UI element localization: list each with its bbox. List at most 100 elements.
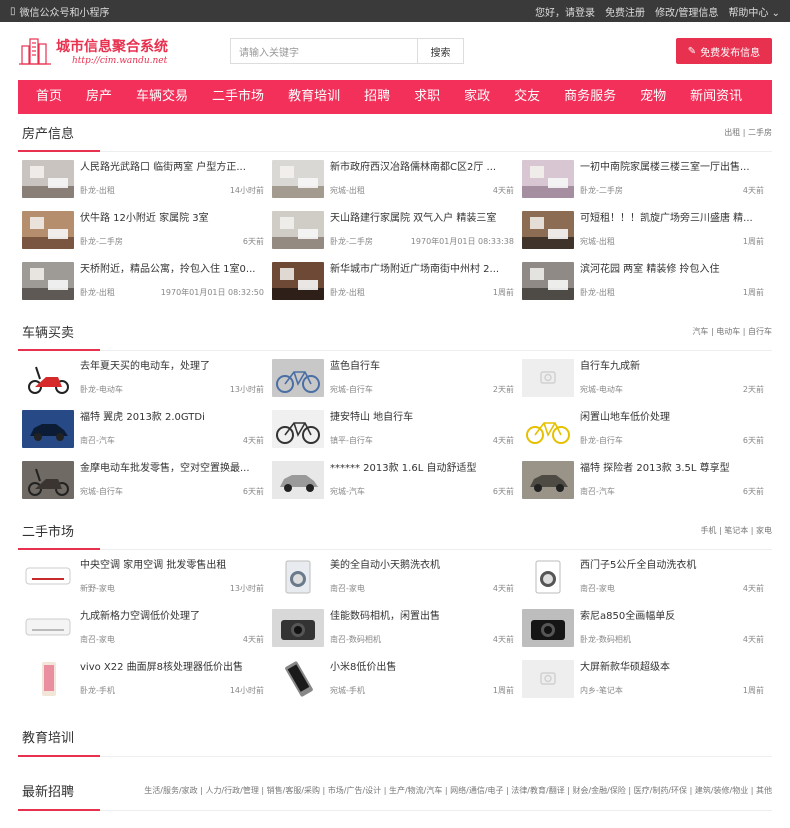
listing-item[interactable]: 美的全自动小天鹅洗衣机 南召-家电 4天前	[268, 558, 518, 609]
listing-title[interactable]: 新华城市广场附近广场南街中州村 2...	[330, 262, 514, 278]
listing-item[interactable]: 福特 探险者 2013款 3.5L 尊享型 南召-汽车 6天前	[518, 461, 768, 512]
listing-title[interactable]: 索尼a850全画幅单反	[580, 609, 764, 625]
listing-item[interactable]: 自行车九成新 宛城-电动车 2天前	[518, 359, 768, 410]
help-center-link[interactable]: 帮助中心 ⌄	[728, 4, 780, 19]
listing-title[interactable]: 西门子5公斤全自动洗衣机	[580, 558, 764, 574]
listing-thumbnail[interactable]	[272, 558, 324, 596]
listing-item[interactable]: 闲置山地车低价处理 卧龙-自行车 6天前	[518, 410, 768, 461]
listing-title[interactable]: 天山路建行家属院 双气入户 精装三室	[330, 211, 514, 227]
listing-title[interactable]: 金摩电动车批发零售，空对空置换最...	[80, 461, 264, 477]
listing-item[interactable]: 大屏新款华硕超级本 内乡-笔记本 1周前	[518, 660, 768, 711]
listing-thumbnail[interactable]	[22, 461, 74, 499]
listing-item[interactable]: 佳能数码相机，闲置出售 南召-数码相机 4天前	[268, 609, 518, 660]
listing-item[interactable]: vivo X22 曲面屏8核处理器低价出售 卧龙-手机 14小时前	[18, 660, 268, 711]
listing-item[interactable]: 蓝色自行车 宛城-自行车 2天前	[268, 359, 518, 410]
listing-thumbnail[interactable]	[522, 461, 574, 499]
listing-title[interactable]: 佳能数码相机，闲置出售	[330, 609, 514, 625]
listing-title[interactable]: 新市政府西汉冶路儒林南都C区2厅 ...	[330, 160, 514, 176]
listing-title[interactable]: 天桥附近，精品公寓，拎包入住 1室0...	[80, 262, 264, 278]
post-info-button[interactable]: ✎ 免费发布信息	[676, 38, 772, 64]
listing-title[interactable]: 滨河花园 两室 精装修 拎包入住	[580, 262, 764, 278]
listing-thumbnail[interactable]	[522, 609, 574, 647]
listing-item[interactable]: 可短租！！！凯旋广场旁三川盛唐 精... 宛城-出租 1周前	[518, 211, 768, 262]
listing-thumbnail[interactable]	[272, 359, 324, 397]
listing-item[interactable]: 一初中南院家属楼三楼三室一厅出售... 卧龙-二手房 4天前	[518, 160, 768, 211]
nav-item[interactable]: 首页	[24, 80, 74, 114]
listing-thumbnail[interactable]	[522, 558, 574, 596]
listing-thumbnail[interactable]	[22, 160, 74, 198]
listing-thumbnail[interactable]	[522, 160, 574, 198]
site-logo[interactable]: 城市信息聚合系统 http://cim.wandu.net	[18, 34, 226, 68]
nav-item[interactable]: 宠物	[628, 80, 678, 114]
listing-item[interactable]: 九成新格力空调低价处理了 南召-家电 4天前	[18, 609, 268, 660]
listing-thumbnail[interactable]	[272, 262, 324, 300]
search-button[interactable]: 搜索	[418, 38, 464, 64]
listing-thumbnail[interactable]	[22, 558, 74, 596]
image-placeholder-icon[interactable]	[522, 660, 574, 698]
listing-thumbnail[interactable]	[522, 262, 574, 300]
nav-item[interactable]: 求职	[402, 80, 452, 114]
nav-item[interactable]: 二手市场	[200, 80, 276, 114]
nav-item[interactable]: 房产	[74, 80, 124, 114]
listing-thumbnail[interactable]	[22, 211, 74, 249]
listing-thumbnail[interactable]	[22, 410, 74, 448]
listing-title[interactable]: 中央空调 家用空调 批发零售出租	[80, 558, 264, 574]
listing-title[interactable]: 九成新格力空调低价处理了	[80, 609, 264, 625]
listing-title[interactable]: 可短租！！！凯旋广场旁三川盛唐 精...	[580, 211, 764, 227]
nav-item[interactable]: 家政	[452, 80, 502, 114]
listing-item[interactable]: 新市政府西汉冶路儒林南都C区2厅 ... 宛城-出租 4天前	[268, 160, 518, 211]
listing-thumbnail[interactable]	[272, 211, 324, 249]
listing-item[interactable]: 伏牛路 12小附近 家属院 3室 卧龙-二手房 6天前	[18, 211, 268, 262]
nav-item[interactable]: 交友	[502, 80, 552, 114]
listing-item[interactable]: ****** 2013款 1.6L 自动舒适型 宛城-汽车 6天前	[268, 461, 518, 512]
nav-item[interactable]: 教育培训	[276, 80, 352, 114]
listing-item[interactable]: 滨河花园 两室 精装修 拎包入住 卧龙-出租 1周前	[518, 262, 768, 313]
nav-item[interactable]: 商务服务	[552, 80, 628, 114]
listing-item[interactable]: 天山路建行家属院 双气入户 精装三室 卧龙-二手房 1970年01月01日 08:3…	[268, 211, 518, 262]
listing-title[interactable]: 捷安特山 地自行车	[330, 410, 514, 426]
listing-item[interactable]: 索尼a850全画幅单反 卧龙-数码相机 4天前	[518, 609, 768, 660]
listing-title[interactable]: 自行车九成新	[580, 359, 764, 375]
listing-item[interactable]: 西门子5公斤全自动洗衣机 南召-家电 4天前	[518, 558, 768, 609]
manage-info-link[interactable]: 修改/管理信息	[655, 4, 718, 19]
listing-title[interactable]: 小米8低价出售	[330, 660, 514, 676]
listing-title[interactable]: 福特 探险者 2013款 3.5L 尊享型	[580, 461, 764, 477]
listing-item[interactable]: 小米8低价出售 宛城-手机 1周前	[268, 660, 518, 711]
listing-title[interactable]: 人民路光武路口 临街两室 户型方正...	[80, 160, 264, 176]
listing-item[interactable]: 金摩电动车批发零售，空对空置换最... 宛城-自行车 6天前	[18, 461, 268, 512]
listing-thumbnail[interactable]	[22, 660, 74, 698]
listing-thumbnail[interactable]	[272, 461, 324, 499]
listing-item[interactable]: 新华城市广场附近广场南街中州村 2... 卧龙-出租 1周前	[268, 262, 518, 313]
listing-item[interactable]: 中央空调 家用空调 批发零售出租 新野-家电 13小时前	[18, 558, 268, 609]
listing-item[interactable]: 去年夏天买的电动车，处理了 卧龙-电动车 13小时前	[18, 359, 268, 410]
wechat-link[interactable]: ▯ 微信公众号和小程序	[10, 4, 110, 19]
login-link[interactable]: 您好，请登录	[535, 4, 595, 19]
listing-title[interactable]: 美的全自动小天鹅洗衣机	[330, 558, 514, 574]
section-links[interactable]: 汽车 | 电动车 | 自行车	[692, 326, 772, 337]
listing-title[interactable]: 一初中南院家属楼三楼三室一厅出售...	[580, 160, 764, 176]
listing-title[interactable]: 闲置山地车低价处理	[580, 410, 764, 426]
listing-thumbnail[interactable]	[272, 410, 324, 448]
listing-item[interactable]: 人民路光武路口 临街两室 户型方正... 卧龙-出租 14小时前	[18, 160, 268, 211]
section-links[interactable]: 手机 | 笔记本 | 家电	[700, 525, 772, 536]
listing-title[interactable]: vivo X22 曲面屏8核处理器低价出售	[80, 660, 264, 676]
listing-title[interactable]: 伏牛路 12小附近 家属院 3室	[80, 211, 264, 227]
job-category-links[interactable]: 生活/服务/家政 | 人力/行政/管理 | 销售/客服/采购 | 市场/广告/设…	[144, 785, 772, 796]
listing-item[interactable]: 捷安特山 地自行车 镇平-自行车 4天前	[268, 410, 518, 461]
listing-item[interactable]: 福特 翼虎 2013款 2.0GTDi 南召-汽车 4天前	[18, 410, 268, 461]
listing-thumbnail[interactable]	[22, 609, 74, 647]
listing-title[interactable]: ****** 2013款 1.6L 自动舒适型	[330, 461, 514, 477]
listing-thumbnail[interactable]	[522, 410, 574, 448]
listing-title[interactable]: 福特 翼虎 2013款 2.0GTDi	[80, 410, 264, 426]
listing-thumbnail[interactable]	[522, 211, 574, 249]
listing-thumbnail[interactable]	[272, 160, 324, 198]
nav-item[interactable]: 新闻资讯	[678, 80, 754, 114]
listing-title[interactable]: 去年夏天买的电动车，处理了	[80, 359, 264, 375]
listing-thumbnail[interactable]	[22, 262, 74, 300]
listing-thumbnail[interactable]	[272, 660, 324, 698]
image-placeholder-icon[interactable]	[522, 359, 574, 397]
nav-item[interactable]: 车辆交易	[124, 80, 200, 114]
listing-thumbnail[interactable]	[272, 609, 324, 647]
listing-thumbnail[interactable]	[22, 359, 74, 397]
register-link[interactable]: 免费注册	[605, 4, 645, 19]
